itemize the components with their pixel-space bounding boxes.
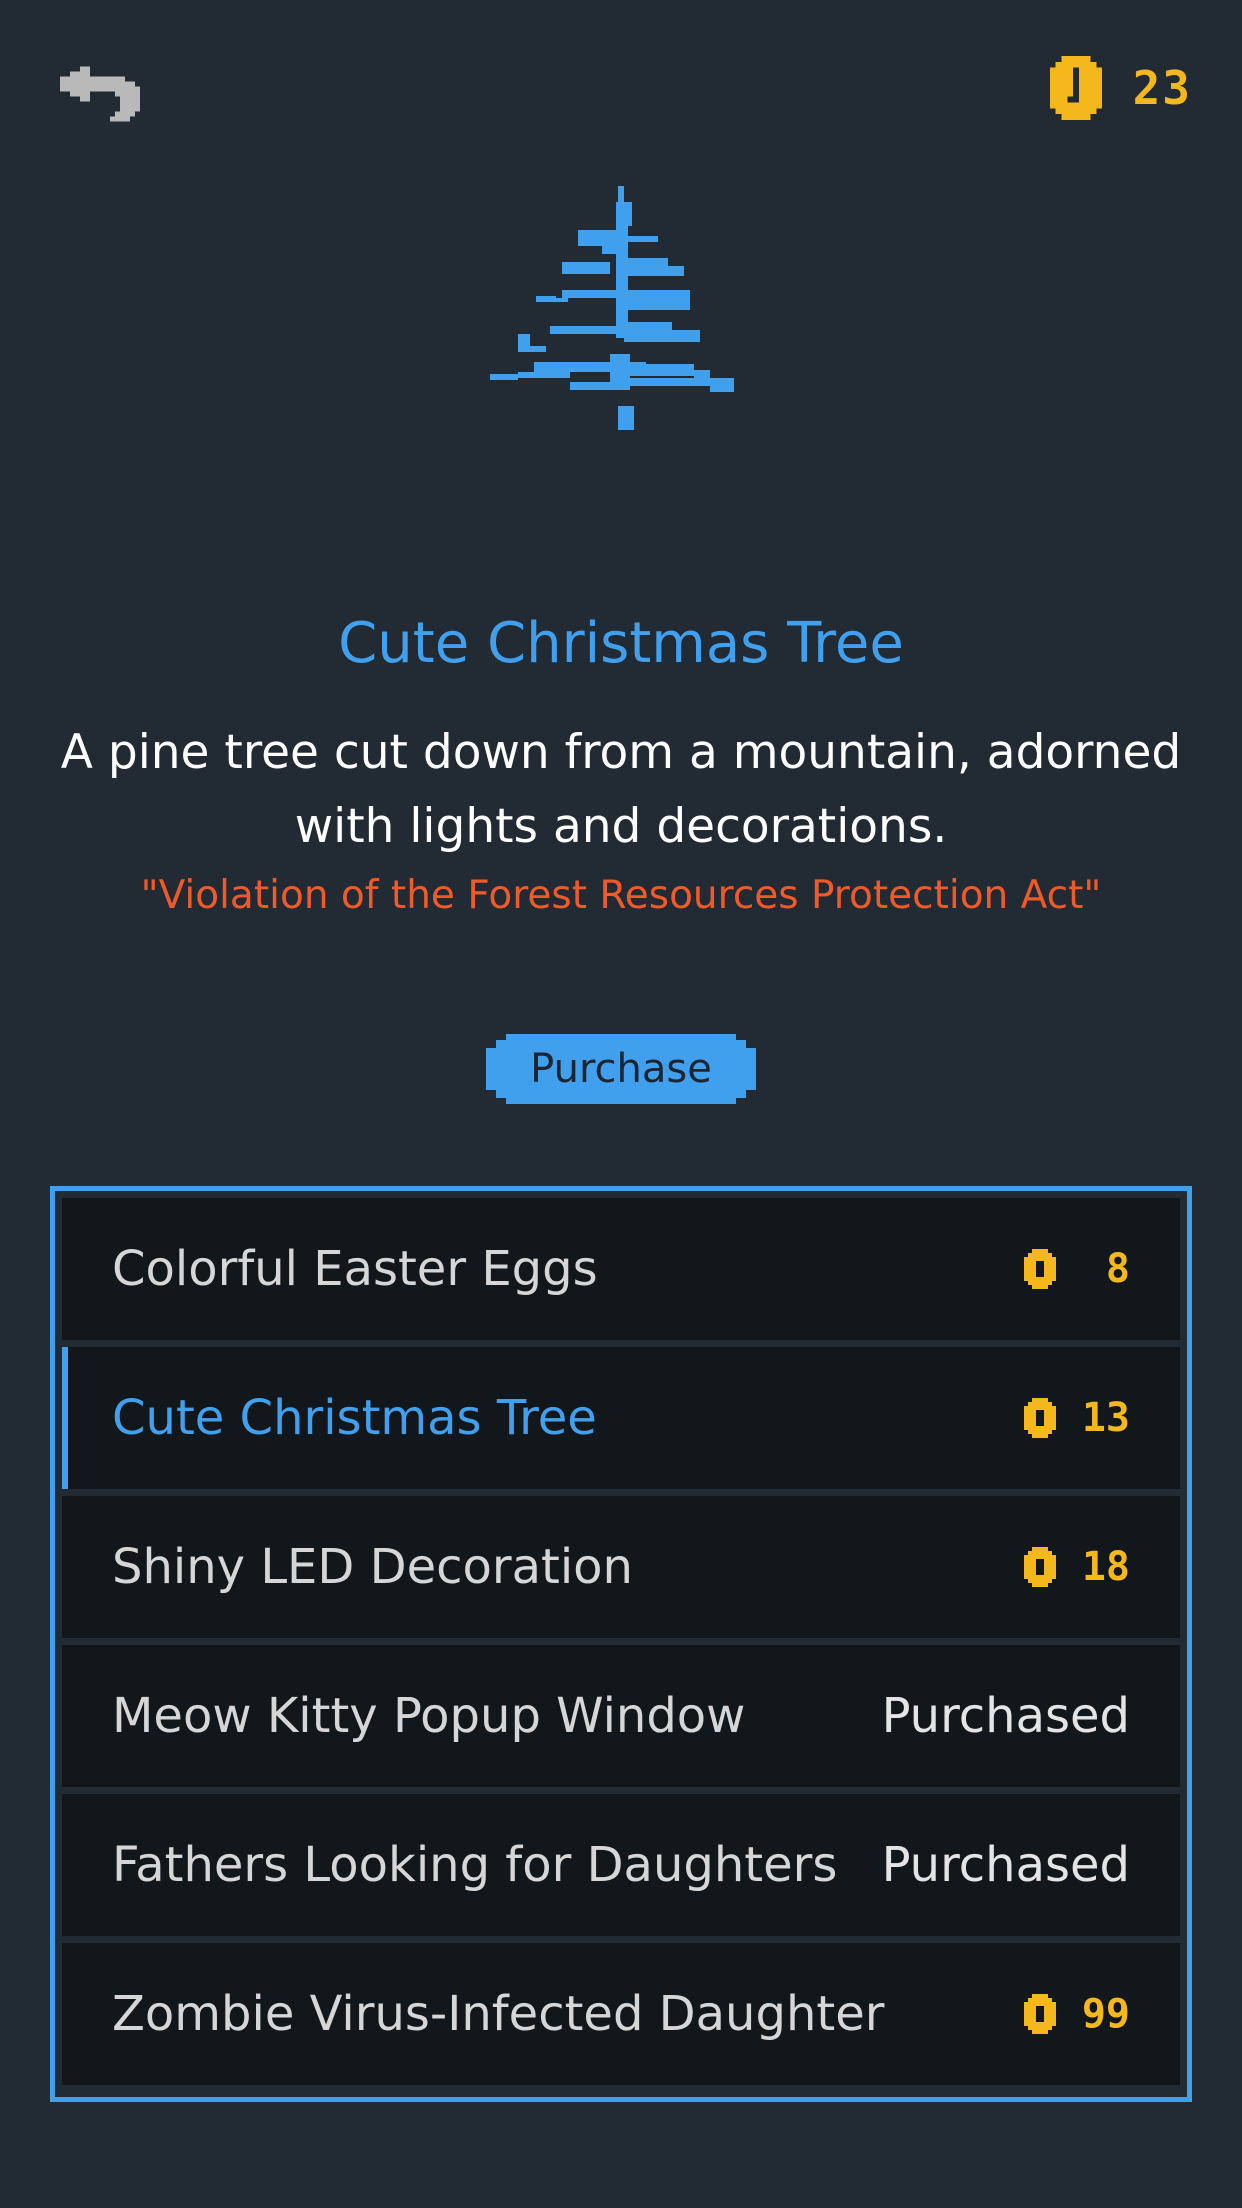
- item-quote: "Violation of the Forest Resources Prote…: [140, 873, 1102, 918]
- christmas-tree-icon: [490, 186, 734, 430]
- shop-item-name: Meow Kitty Popup Window: [112, 1688, 746, 1744]
- shop-item-price-value: 8: [1105, 1246, 1130, 1292]
- shop-item-price: 99: [1024, 1991, 1130, 2037]
- shop-item-colorful-easter-eggs[interactable]: Colorful Easter Eggs 8: [62, 1198, 1180, 1340]
- shop-item-price: 18: [1024, 1544, 1130, 1590]
- shop-item-price-value: 18: [1081, 1544, 1130, 1590]
- shop-item-zombie-virus-infected-daughter[interactable]: Zombie Virus-Infected Daughter 99: [62, 1943, 1180, 2085]
- shop-item-status: Purchased: [881, 1688, 1130, 1744]
- coin-icon: [1049, 56, 1102, 120]
- shop-item-price: 8: [1024, 1246, 1130, 1292]
- shop-item-cute-christmas-tree[interactable]: Cute Christmas Tree 13: [62, 1347, 1180, 1489]
- shop-item-price: 13: [1024, 1395, 1130, 1441]
- coin-counter: 23: [1049, 56, 1192, 120]
- shop-item-price-value: 99: [1081, 1991, 1130, 2037]
- shop-item-fathers-looking-for-daughters[interactable]: Fathers Looking for Daughters Purchased: [62, 1794, 1180, 1936]
- coin-icon: [1024, 1547, 1056, 1587]
- shop-item-price-value: 13: [1081, 1395, 1130, 1441]
- shop-item-name: Cute Christmas Tree: [112, 1390, 597, 1446]
- shop-item-shiny-led-decoration[interactable]: Shiny LED Decoration 18: [62, 1496, 1180, 1638]
- shop-list: Colorful Easter Eggs 8 Cute Christmas Tr…: [50, 1186, 1192, 2102]
- item-title: Cute Christmas Tree: [338, 611, 904, 676]
- shop-item-name: Zombie Virus-Infected Daughter: [112, 1986, 885, 2042]
- item-description: A pine tree cut down from a mountain, ad…: [60, 725, 1182, 854]
- coin-icon: [1024, 1249, 1056, 1289]
- back-button[interactable]: [60, 66, 140, 132]
- coin-icon: [1024, 1398, 1056, 1438]
- back-arrow-icon: [60, 66, 140, 122]
- shop-item-meow-kitty-popup-window[interactable]: Meow Kitty Popup Window Purchased: [62, 1645, 1180, 1787]
- shop-item-name: Shiny LED Decoration: [112, 1539, 633, 1595]
- coin-icon: [1024, 1994, 1056, 2034]
- shop-item-name: Colorful Easter Eggs: [112, 1241, 598, 1297]
- shop-item-status: Purchased: [881, 1837, 1130, 1893]
- purchase-button[interactable]: Purchase: [486, 1034, 756, 1104]
- shop-item-name: Fathers Looking for Daughters: [112, 1837, 838, 1893]
- coin-count: 23: [1132, 61, 1192, 115]
